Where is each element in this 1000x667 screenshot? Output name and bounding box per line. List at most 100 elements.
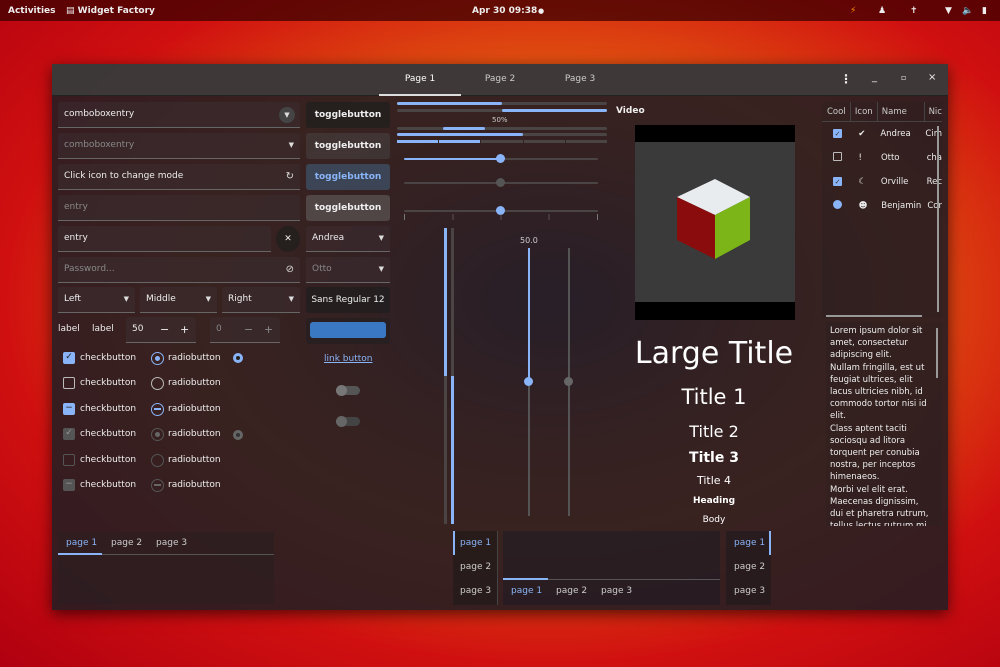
vertical-scale-value: 50.0	[520, 236, 538, 245]
app-menu[interactable]: ▤ Widget Factory	[66, 6, 155, 16]
activities-button[interactable]: Activities	[8, 6, 56, 16]
combobox-entry-disabled: comboboxentry ▼	[58, 133, 300, 159]
text-view[interactable]: Lorem ipsum dolor sit amet, consectetur …	[826, 322, 942, 526]
switch-2[interactable]	[336, 416, 360, 427]
radio-indicator[interactable]	[233, 353, 243, 363]
radio-selected[interactable]	[151, 352, 164, 365]
horizontal-scrollbar[interactable]	[826, 315, 922, 317]
checkbox-unchecked[interactable]	[63, 377, 75, 389]
combo-middle[interactable]: Middle ▼	[140, 287, 217, 313]
checkbox-checked[interactable]: ✓	[63, 352, 75, 364]
dropdown-arrow-icon[interactable]: ▼	[279, 107, 295, 123]
nick-cell: cha	[926, 153, 942, 163]
minimize-icon[interactable]: _	[872, 72, 877, 83]
notebook-left-tab-1[interactable]: page 1	[460, 538, 491, 548]
radio-indicator-disabled	[233, 430, 243, 440]
tree-view: Cool Icon Name Nic ✓ ✔ Andrea Cim ! Otto…	[822, 102, 942, 318]
radio-unselected[interactable]	[151, 377, 164, 390]
vertical-scale-1[interactable]	[524, 248, 533, 516]
cool-checkbox[interactable]: ✓	[833, 177, 842, 186]
spin-button[interactable]: 50 − +	[126, 317, 196, 343]
combo-right[interactable]: Right ▼	[222, 287, 300, 313]
tab-page-1[interactable]: Page 1	[379, 64, 461, 96]
refresh-icon[interactable]: ↻	[286, 164, 294, 189]
combo-name-disabled-text: Otto	[312, 264, 332, 274]
vertical-scale-2[interactable]	[564, 248, 573, 516]
slider-handle[interactable]	[524, 377, 533, 386]
slider-handle[interactable]	[496, 154, 505, 163]
password-field[interactable]: Password... ⊘	[58, 257, 300, 283]
text-view-scrollbar[interactable]	[936, 328, 938, 378]
radio-mixed-disabled	[151, 479, 164, 492]
video-player[interactable]	[635, 125, 795, 320]
entry-field[interactable]: entry	[58, 226, 271, 252]
entry-placeholder[interactable]: entry	[58, 195, 300, 221]
mode-entry[interactable]: Click icon to change mode ↻	[58, 164, 300, 190]
toggle-button-1[interactable]: togglebutton	[306, 102, 390, 128]
eye-hidden-icon[interactable]: ⊘	[286, 257, 294, 282]
slider-1[interactable]	[404, 154, 598, 163]
power-icon[interactable]: ⚡	[850, 6, 856, 16]
table-row[interactable]: ! Otto cha	[822, 146, 942, 170]
notebook-bottom-tab-2[interactable]: page 2	[556, 586, 587, 596]
combo-left[interactable]: Left ▼	[58, 287, 135, 313]
column-header-icon[interactable]: Icon	[851, 102, 878, 121]
notebook-tab-page-2[interactable]: page 2	[111, 538, 142, 548]
combobox-entry[interactable]: comboboxentry ▼	[58, 102, 300, 128]
combo-right-text: Right	[228, 294, 252, 304]
accessibility-icon[interactable]: ✝	[910, 6, 918, 16]
clock[interactable]: Apr 30 09:38	[472, 6, 537, 16]
volume-icon[interactable]: 🔈	[962, 6, 973, 16]
cool-checkbox[interactable]	[833, 152, 842, 161]
column-header-name[interactable]: Name	[878, 102, 925, 121]
toggle-button-active[interactable]: togglebutton	[306, 164, 390, 190]
progress-bar-3	[397, 133, 607, 136]
notebook-right-tab-3[interactable]: page 3	[734, 586, 765, 596]
nick-cell: Cor	[927, 201, 942, 211]
plus-icon[interactable]: +	[180, 317, 189, 342]
level-bar	[397, 140, 608, 143]
user-icon[interactable]: ♟	[878, 6, 886, 16]
battery-icon[interactable]: ▮	[982, 6, 987, 16]
radio-mixed[interactable]	[151, 403, 164, 416]
slider-handle[interactable]	[564, 377, 573, 386]
slider-3-marks[interactable]	[404, 206, 598, 215]
link-button[interactable]: link button	[324, 354, 372, 364]
font-button[interactable]: Sans Regular 12	[306, 287, 390, 313]
notebook-left-tab-2[interactable]: page 2	[460, 562, 491, 572]
tab-page-2[interactable]: Page 2	[459, 64, 541, 96]
checkbox-mixed[interactable]: −	[63, 403, 75, 415]
notebook-right-tab-1[interactable]: page 1	[734, 538, 765, 548]
notebook-bottom-tab-3[interactable]: page 3	[601, 586, 632, 596]
tab-page-3[interactable]: Page 3	[539, 64, 621, 96]
table-row[interactable]: ✓ ☾ Orville Rec	[822, 170, 942, 194]
switch-1[interactable]	[336, 385, 360, 396]
body-text: Body	[702, 515, 726, 525]
notebook-tab-page-1[interactable]: page 1	[66, 538, 97, 548]
table-row[interactable]: ✓ ✔ Andrea Cim	[822, 122, 942, 146]
notebook-tab-page-3[interactable]: page 3	[156, 538, 187, 548]
clear-icon[interactable]: ✕	[276, 226, 300, 252]
top-bar: Activities ▤ Widget Factory Apr 30 09:38…	[0, 0, 1000, 21]
table-row[interactable]: ☻ Benjamin Cor	[822, 194, 942, 218]
column-header-nick[interactable]: Nic	[925, 102, 942, 121]
notebook-bottom-tab-1[interactable]: page 1	[511, 586, 542, 596]
combo-name[interactable]: Andrea ▼	[306, 226, 390, 252]
maximize-icon[interactable]: ▫	[901, 73, 906, 82]
video-label: Video	[616, 106, 645, 116]
wifi-icon[interactable]: ▼	[945, 6, 952, 16]
cool-checkbox[interactable]: ✓	[833, 129, 842, 138]
menu-icon[interactable]: ⋮	[840, 72, 852, 86]
cube-icon	[677, 179, 750, 259]
color-button[interactable]	[306, 318, 390, 344]
header-bar: Page 1 Page 2 Page 3 ⋮ _ ▫ ×	[52, 64, 948, 96]
close-icon[interactable]: ×	[928, 72, 936, 83]
checkbutton-label: checkbutton	[80, 404, 137, 414]
minus-icon[interactable]: −	[160, 317, 169, 342]
vertical-scrollbar[interactable]	[937, 126, 939, 312]
cool-checkbox[interactable]	[833, 200, 842, 209]
column-header-cool[interactable]: Cool	[822, 102, 851, 121]
notebook-left-tab-3[interactable]: page 3	[460, 586, 491, 596]
notebook-right-tab-2[interactable]: page 2	[734, 562, 765, 572]
checkbox-checked-disabled: ✓	[63, 428, 75, 440]
